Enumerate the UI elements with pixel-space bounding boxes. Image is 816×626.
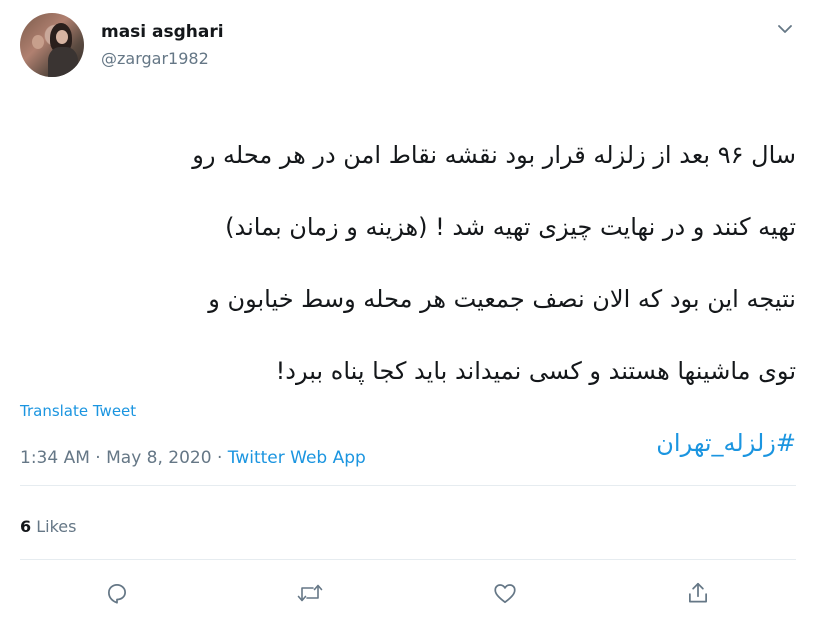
avatar-detail (48, 47, 78, 77)
reply-icon[interactable] (102, 578, 132, 608)
action-bar (20, 570, 796, 614)
display-name[interactable]: masi asghari (101, 22, 224, 42)
heart-icon[interactable] (490, 578, 520, 608)
divider (20, 485, 796, 486)
share-icon[interactable] (683, 578, 713, 608)
likes-label: Likes (36, 517, 77, 536)
meta-separator: · (95, 448, 101, 468)
chevron-down-icon[interactable] (776, 22, 794, 36)
tweet-line: نتیجه این بود که الان نصف جمعیت هر محله … (208, 285, 796, 313)
tweet-text: سال ۹۶ بعد از زلزله قرار بود نقشه نقاط ا… (20, 101, 796, 497)
tweet-date[interactable]: May 8, 2020 (106, 448, 211, 468)
avatar-detail (32, 35, 44, 49)
avatar-detail (56, 30, 68, 44)
tweet-line: توی ماشینها هستند و کسی نمیداند باید کجا… (275, 357, 796, 385)
likes-count: 6 (20, 517, 32, 536)
tweet-source-link[interactable]: Twitter Web App (228, 448, 366, 468)
tweet-line: سال ۹۶ بعد از زلزله قرار بود نقشه نقاط ا… (192, 141, 796, 169)
retweet-icon[interactable] (295, 578, 325, 608)
divider (20, 559, 796, 560)
meta-separator: · (216, 448, 223, 468)
tweet-meta: 1:34 AM · May 8, 2020 · Twitter Web App (20, 448, 366, 468)
username[interactable]: @zargar1982 (101, 49, 209, 68)
translate-tweet-link[interactable]: Translate Tweet (20, 402, 136, 420)
likes-stat[interactable]: 6 Likes (20, 517, 76, 536)
tweet-time[interactable]: 1:34 AM (20, 448, 90, 468)
tweet-line: تهیه کنند و در نهایت چیزی تهیه شد ! (هزی… (225, 213, 796, 241)
hashtag-link[interactable]: #زلزله_تهران (656, 429, 796, 457)
avatar[interactable] (20, 13, 84, 77)
